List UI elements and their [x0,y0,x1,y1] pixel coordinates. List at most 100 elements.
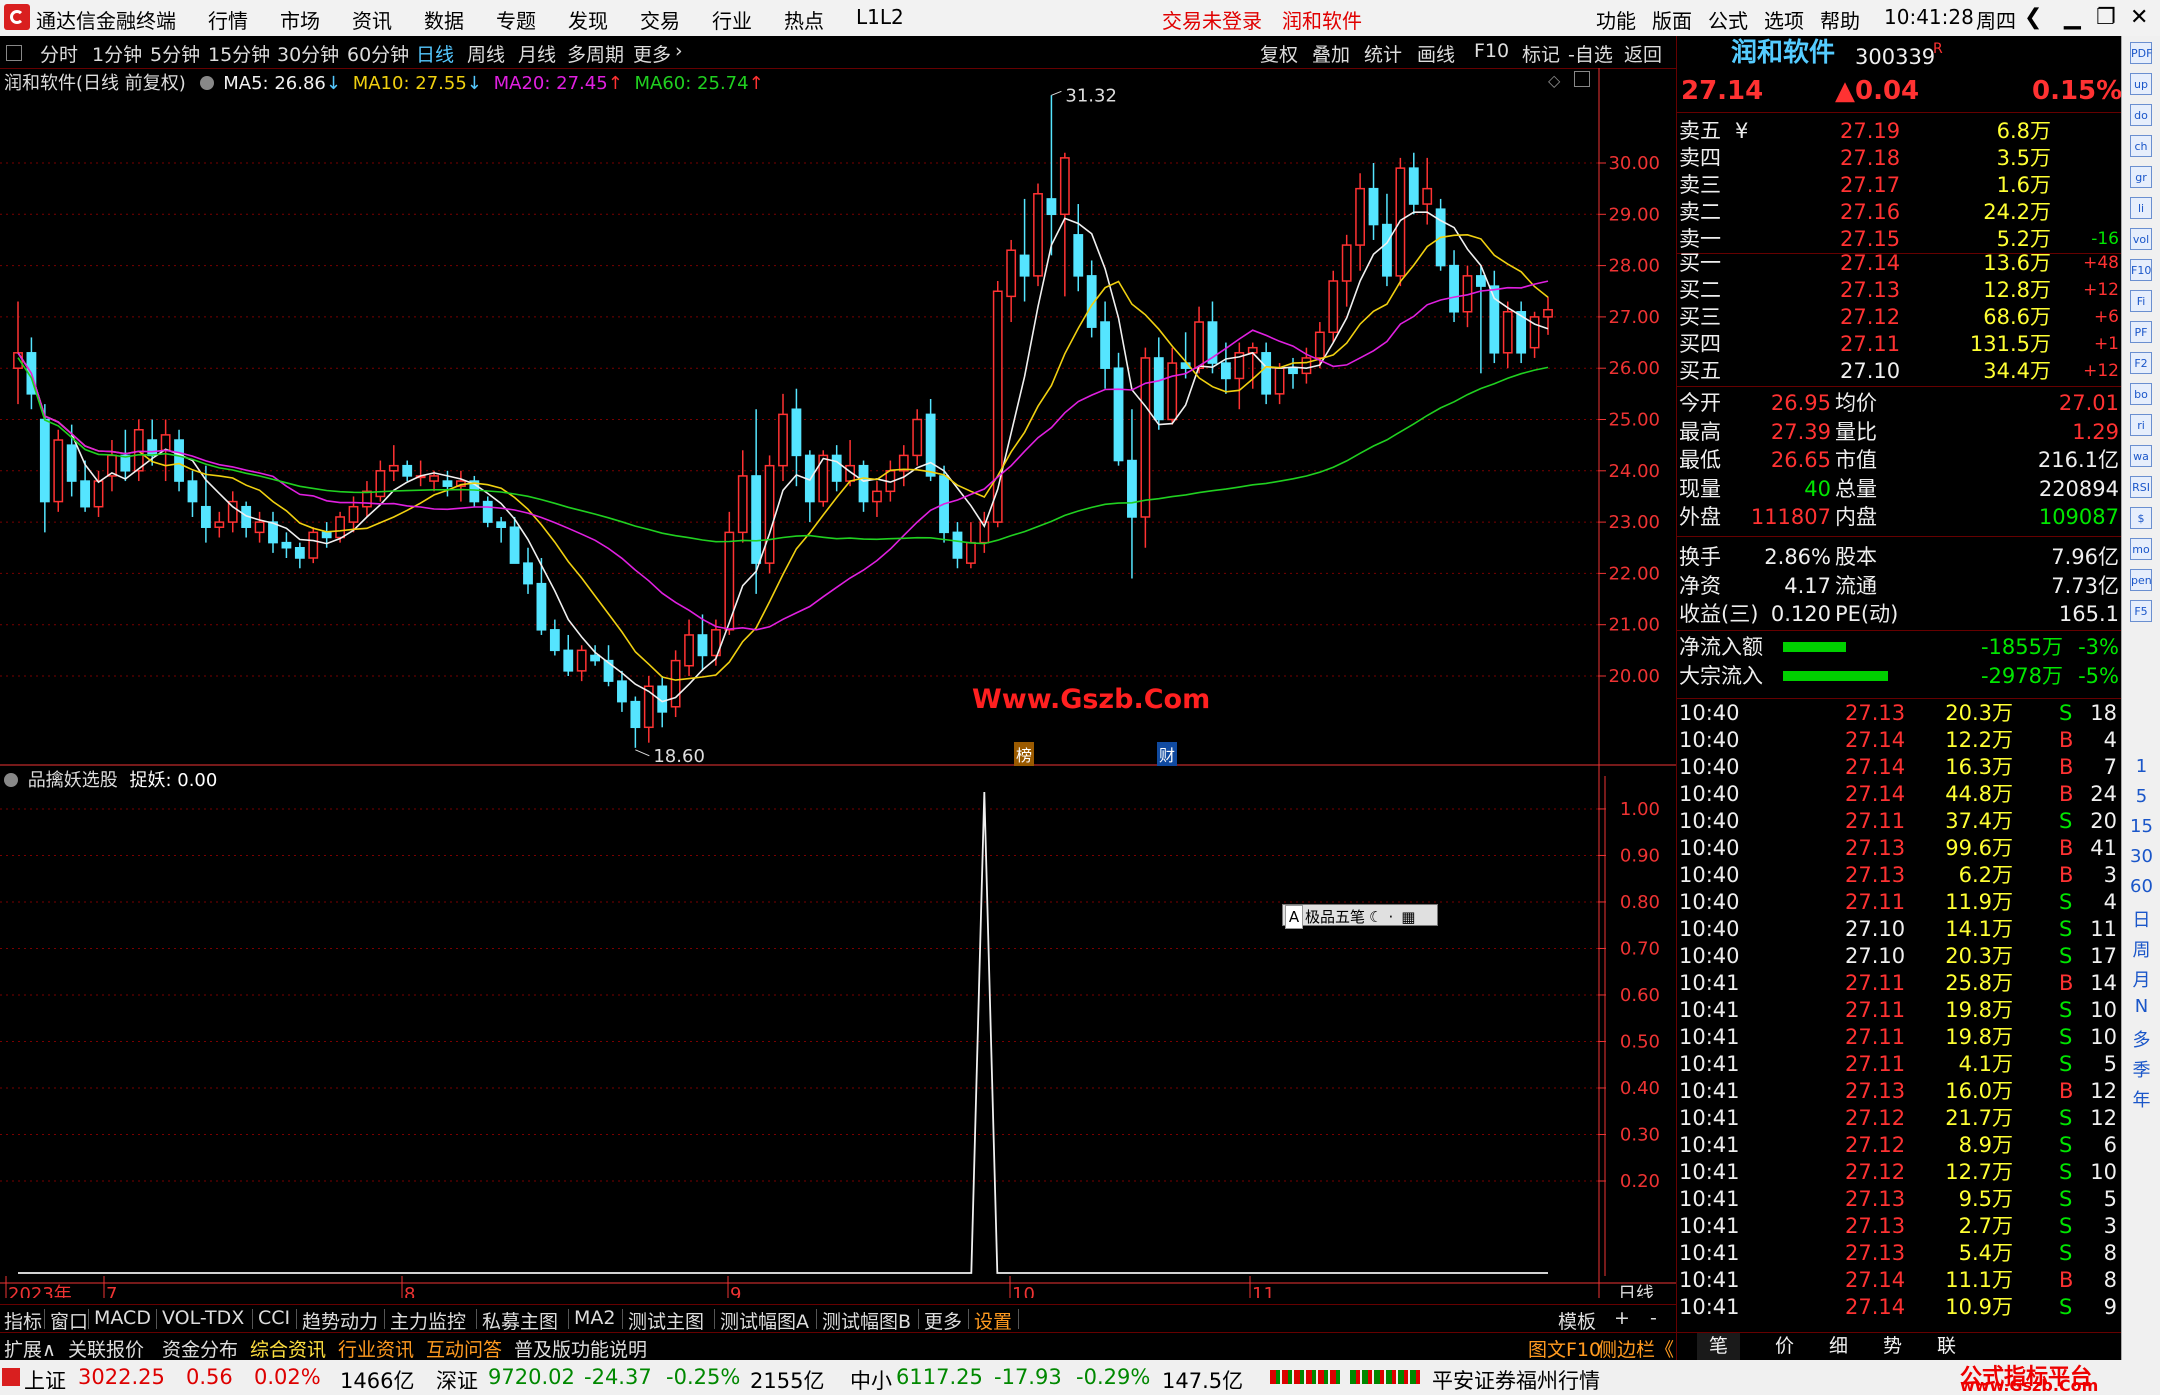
indicator-tab[interactable]: 测试幅图B [822,1307,911,1334]
indicator-tab[interactable]: CCI [258,1307,290,1329]
tab-more[interactable]: 更多 [633,40,671,67]
pen-icon[interactable]: pen [2130,569,2152,591]
tab-trend[interactable]: 势 [1883,1333,1902,1360]
candle[interactable] [925,398,936,482]
candle[interactable] [898,445,909,487]
candle[interactable] [1006,239,1017,323]
candle[interactable] [281,532,292,559]
candle[interactable] [1073,204,1084,292]
extension-tab[interactable]: 综合资讯 [250,1335,326,1362]
candle[interactable] [227,491,238,533]
ring-icon[interactable]: ri [2130,414,2152,436]
wave-icon[interactable]: wa [2130,445,2152,467]
candle[interactable] [1516,301,1527,364]
candle[interactable] [1127,409,1137,579]
tab-multi-period[interactable]: 多周期 [567,40,624,67]
candle[interactable] [670,650,681,718]
sidebar-period-5[interactable]: 日 [2122,906,2160,932]
candle[interactable] [1408,152,1419,215]
tab-60min[interactable]: 60分钟 [347,40,409,67]
marker-rank[interactable]: 榜 [1014,742,1035,766]
candle[interactable] [1153,337,1164,430]
candle[interactable] [563,634,574,676]
sidebar-toggle[interactable]: 侧边栏《 [1598,1335,1674,1362]
tool-adjust[interactable]: 复权 [1260,40,1298,67]
sidebar-period-9[interactable]: 多 [2122,1026,2160,1052]
minimize-icon[interactable]: ▁ [2064,5,2081,30]
sidebar-period-1[interactable]: 5 [2122,786,2160,807]
candle[interactable] [402,460,413,482]
move-icon[interactable]: mo [2130,538,2152,560]
line-icon[interactable]: li [2130,197,2152,219]
candle[interactable] [1435,198,1446,271]
candle[interactable] [791,388,802,487]
candle[interactable] [1543,296,1553,335]
ime-dot-icon[interactable]: · [1388,908,1393,926]
sidebar-period-11[interactable]: 年 [2122,1086,2160,1112]
candle[interactable] [1489,270,1500,364]
indicator-tab[interactable]: 主力监控 [390,1307,466,1334]
candle[interactable] [496,516,507,543]
candle[interactable] [912,409,923,466]
candle[interactable] [1368,163,1379,240]
candle[interactable] [1046,95,1057,256]
tab-weekly[interactable]: 周线 [467,40,505,67]
template-button[interactable]: 模板 [1558,1307,1596,1334]
candle[interactable] [482,496,493,528]
rsi-icon[interactable]: RSI [2130,476,2152,498]
restore-icon[interactable]: ❐ [2096,5,2116,30]
chevron-right-icon[interactable]: › [675,40,683,62]
candle[interactable] [200,465,211,543]
tool-stats[interactable]: 统计 [1364,40,1402,67]
menu-market[interactable]: 市场 [280,5,320,34]
candle[interactable] [617,670,627,712]
menu-topic[interactable]: 专题 [496,5,536,34]
tab-linked[interactable]: 联 [1937,1333,1956,1360]
tab-30min[interactable]: 30分钟 [277,40,339,67]
$-icon[interactable]: $ [2130,507,2152,529]
indicator-chart[interactable]: 0.20 0.30 0.40 0.50 0.60 0.70 0.80 0.90 1.00 2023… [0,766,1676,1298]
candle[interactable] [268,511,278,553]
login-status[interactable]: 交易未登录 [1162,5,1262,34]
tool-back[interactable]: 返回 [1624,40,1662,67]
candle[interactable] [1502,301,1513,369]
indicator-tab[interactable]: MA2 [574,1307,615,1329]
candle[interactable] [241,501,252,538]
candle[interactable] [643,676,654,743]
candle[interactable] [523,547,533,594]
candle[interactable] [1341,234,1352,307]
menu-l1l2[interactable]: L1L2 [856,5,904,29]
zx-index-name[interactable]: 中小 [850,1365,892,1395]
candle[interactable] [469,475,480,507]
candle[interactable] [120,429,131,482]
candlestick-chart[interactable]: 20.00 21.00 22.00 23.00 24.00 25.00 26.00 27.00… [0,68,1676,768]
tab-intraday[interactable]: 分时 [40,40,78,67]
candle[interactable] [858,460,869,512]
candle[interactable] [174,429,184,492]
candle[interactable] [39,404,50,533]
f10-icon[interactable]: F10 [2130,259,2152,281]
extension-tab[interactable]: 扩展∧ [4,1335,56,1362]
down-icon[interactable]: do [2130,104,2152,126]
indicator-tab[interactable]: 更多 [924,1307,962,1334]
sz-index-name[interactable]: 深证 [436,1365,478,1395]
candle[interactable] [1140,347,1151,548]
candle[interactable] [1382,193,1392,287]
candle[interactable] [952,522,963,569]
candle[interactable] [751,409,762,594]
candle[interactable] [1100,301,1111,389]
menu-hot[interactable]: 热点 [784,5,824,34]
candle[interactable] [872,481,882,517]
book-icon[interactable]: bo [2130,383,2152,405]
f10-link[interactable]: 图文F10 [1528,1335,1601,1362]
candle[interactable] [965,522,976,569]
menu-formula[interactable]: 公式 [1708,5,1748,34]
tool-add-watchlist[interactable]: -自选 [1568,40,1613,67]
sidebar-period-7[interactable]: 月 [2122,966,2160,992]
candle[interactable] [388,445,399,482]
candle[interactable] [294,542,305,569]
candle[interactable] [576,645,587,682]
zoom-out-button[interactable]: - [1650,1307,1657,1329]
candle[interactable] [630,696,641,748]
indicator-tab[interactable]: 趋势动力 [302,1307,378,1334]
